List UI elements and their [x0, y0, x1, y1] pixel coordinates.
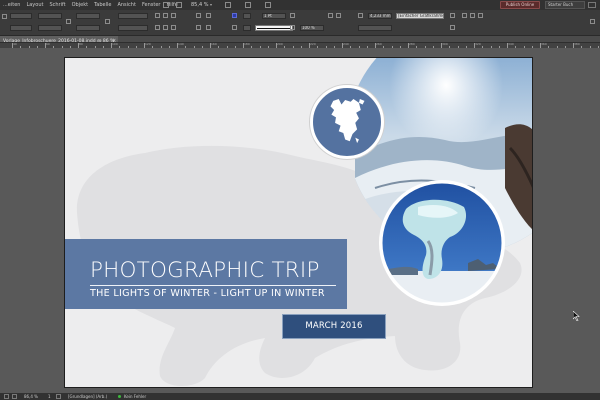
ruler-label: 360 — [541, 42, 547, 46]
y-position-field[interactable] — [10, 25, 32, 31]
reference-point-icon[interactable] — [2, 14, 7, 19]
text-wrap-icon[interactable] — [358, 13, 363, 18]
shear-field[interactable] — [118, 25, 148, 31]
effects-icon[interactable] — [290, 13, 295, 18]
ruler-label: 220 — [310, 42, 316, 46]
fit-content-icon[interactable] — [206, 13, 211, 18]
document-page[interactable]: PHOTOGRAPHIC TRIP THE LIGHTS OF WINTER -… — [64, 57, 533, 388]
publish-online-button[interactable]: Publish Online — [500, 1, 540, 9]
panel-menu-icon[interactable] — [590, 19, 595, 24]
menu-item-tabelle[interactable]: Tabelle — [91, 0, 114, 10]
stroke-weight-field[interactable]: 1 Pt — [262, 13, 286, 19]
scale-y-field[interactable] — [76, 25, 100, 31]
menu-item-objekt[interactable]: Objekt — [69, 0, 91, 10]
control-panel: 1 Pt 100 % 4,233 mm [Einfacher Grafikrah… — [0, 10, 600, 36]
ruler-label: 240 — [343, 42, 349, 46]
ruler-label: 100 — [112, 42, 118, 46]
page-subtitle[interactable]: THE LIGHTS OF WINTER - LIGHT UP IN WINTE… — [90, 287, 325, 300]
prev-page-icon[interactable] — [12, 394, 17, 399]
select-next-icon[interactable] — [171, 25, 176, 30]
arrange-documents-icon[interactable] — [265, 2, 271, 8]
status-bar: 86,4 % 1 [Grundlagen] (Arb.) Kein Fehler — [0, 393, 600, 400]
ruler-label: 200 — [277, 42, 283, 46]
ruler-label: 40 — [13, 42, 17, 46]
zoom-level[interactable]: 85,4 % — [191, 0, 208, 10]
indesign-window: ...eiten Layout Schrift Objekt Tabelle A… — [0, 0, 600, 400]
clear-overrides-icon[interactable] — [450, 13, 455, 18]
center-content-icon[interactable] — [196, 25, 201, 30]
status-page-number[interactable]: 1 — [48, 393, 51, 400]
bridge-icon[interactable] — [163, 2, 169, 8]
opacity-icon[interactable] — [290, 25, 295, 30]
font-size-field[interactable]: 4,233 mm — [368, 13, 392, 19]
scale-lock-icon[interactable] — [105, 19, 110, 24]
minibridge-icon[interactable] — [176, 2, 182, 8]
status-errors[interactable]: Kein Fehler — [124, 393, 146, 400]
page-title[interactable]: PHOTOGRAPHIC TRIP — [90, 258, 320, 284]
menu-item-ansicht[interactable]: Ansicht — [114, 0, 138, 10]
rotate-ccw-icon[interactable] — [163, 13, 168, 18]
screen-mode-icon[interactable] — [245, 2, 251, 8]
fx-icon[interactable] — [336, 13, 341, 18]
opacity-field[interactable]: 100 % — [300, 25, 324, 31]
ruler-label: 380 — [574, 42, 580, 46]
width-field[interactable] — [38, 13, 62, 19]
ruler-label: 320 — [475, 42, 481, 46]
scale-x-field[interactable] — [76, 13, 100, 19]
preflight-ok-icon — [118, 395, 121, 398]
rotation-field[interactable] — [118, 13, 148, 19]
stroke-dropdown[interactable] — [243, 25, 251, 31]
search-icon[interactable] — [588, 2, 596, 8]
select-container-icon[interactable] — [155, 25, 160, 30]
align-left-icon[interactable] — [462, 13, 467, 18]
align-right-icon[interactable] — [478, 13, 483, 18]
ruler-label: 80 — [79, 42, 83, 46]
next-page-icon[interactable] — [56, 394, 61, 399]
ruler-label: 300 — [442, 42, 448, 46]
stroke-color-swatch[interactable] — [232, 25, 237, 30]
select-content-icon[interactable] — [163, 25, 168, 30]
fill-dropdown[interactable] — [243, 13, 251, 19]
fit-frame-icon[interactable] — [196, 13, 201, 18]
x-position-field[interactable] — [10, 13, 32, 19]
ruler-label: 120 — [145, 42, 151, 46]
constrain-proportions-icon[interactable] — [66, 19, 71, 24]
menu-item-seiten[interactable]: ...eiten — [0, 0, 23, 10]
drop-shadow-icon[interactable] — [328, 13, 333, 18]
date-box[interactable]: MARCH 2016 — [282, 314, 386, 339]
logo-badge[interactable] — [310, 85, 384, 159]
status-style[interactable]: [Grundlagen] (Arb.) — [68, 393, 107, 400]
ice-sculpture-photo[interactable] — [378, 179, 506, 307]
ruler-label: 160 — [211, 42, 217, 46]
date-label: MARCH 2016 — [305, 321, 363, 331]
fill-color-swatch[interactable] — [232, 13, 237, 18]
workspace-switcher[interactable]: Starter Buch — [545, 1, 585, 9]
ruler-label: 280 — [409, 42, 415, 46]
menu-item-layout[interactable]: Layout — [23, 0, 46, 10]
object-style-dropdown[interactable]: [Einfacher Grafikrahmen] + — [396, 13, 444, 19]
ruler-label: 140 — [178, 42, 184, 46]
auto-fit-icon[interactable] — [450, 25, 455, 30]
ruler-label: 60 — [46, 42, 50, 46]
menu-item-fenster[interactable]: Fenster — [139, 0, 164, 10]
flip-horizontal-icon[interactable] — [171, 13, 176, 18]
svalbard-map-icon — [330, 99, 365, 144]
align-center-icon[interactable] — [470, 13, 475, 18]
status-zoom[interactable]: 86,4 % — [24, 393, 38, 400]
cursor-arrow-icon — [573, 311, 580, 321]
corner-size-field[interactable] — [358, 25, 392, 31]
rotate-cw-icon[interactable] — [155, 13, 160, 18]
ruler-label: 260 — [376, 42, 382, 46]
first-page-icon[interactable] — [4, 394, 9, 399]
title-underline — [90, 285, 336, 286]
fill-frame-icon[interactable] — [206, 25, 211, 30]
zoom-dropdown-icon[interactable]: ▾ — [210, 0, 212, 10]
view-options-icon[interactable] — [225, 2, 231, 8]
ruler-label: 340 — [508, 42, 514, 46]
height-field[interactable] — [38, 25, 62, 31]
menu-item-schrift[interactable]: Schrift — [46, 0, 68, 10]
menu-bar: ...eiten Layout Schrift Objekt Tabelle A… — [0, 0, 600, 10]
stroke-type-dropdown[interactable] — [255, 25, 293, 31]
ruler-label: 180 — [244, 42, 250, 46]
